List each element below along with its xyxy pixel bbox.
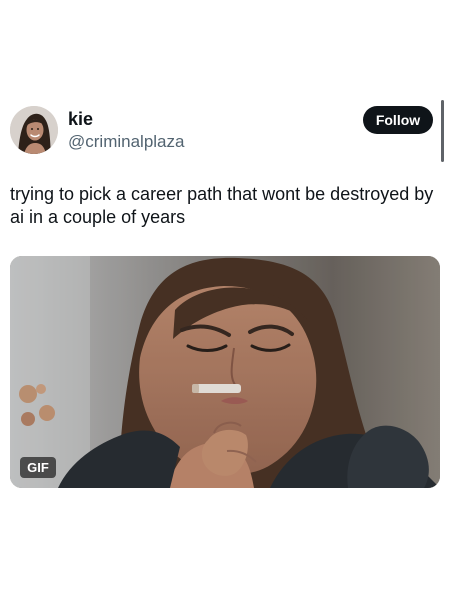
gif-media[interactable] bbox=[10, 256, 440, 488]
follow-button[interactable]: Follow bbox=[363, 106, 433, 134]
avatar-image bbox=[10, 106, 58, 154]
tweet-text: trying to pick a career path that wont b… bbox=[10, 184, 434, 227]
gif-frame-image bbox=[10, 256, 440, 488]
author-handle[interactable]: @criminalplaza bbox=[68, 132, 184, 152]
gif-badge: GIF bbox=[20, 457, 56, 478]
tweet-card: kie @criminalplaza Follow trying to pick… bbox=[0, 0, 450, 600]
avatar[interactable] bbox=[10, 106, 58, 154]
author-name[interactable]: kie bbox=[68, 108, 93, 130]
scrollbar[interactable] bbox=[441, 100, 444, 162]
